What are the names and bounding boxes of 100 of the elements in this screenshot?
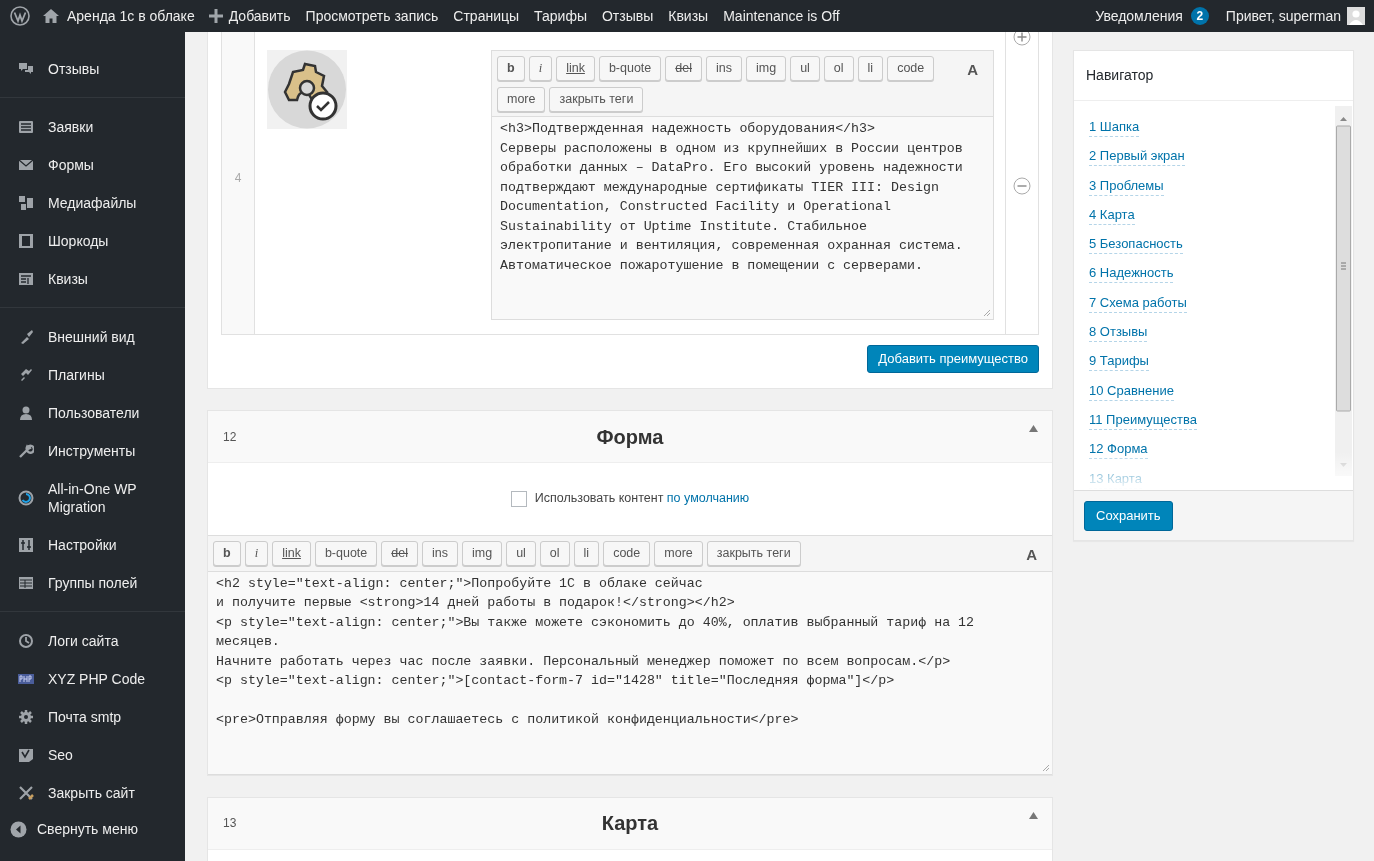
- toolbar-button[interactable]: ol: [539, 541, 570, 566]
- resize-grip-icon: [1042, 763, 1050, 772]
- sidebar-menu-item[interactable]: Внешний вид: [0, 318, 185, 356]
- toolbar-button[interactable]: ins: [422, 541, 458, 566]
- sidebar-menu-item[interactable]: Группы полей: [0, 564, 185, 602]
- toolbar-button[interactable]: img: [745, 56, 787, 81]
- toolbar-button[interactable]: ul: [790, 56, 820, 81]
- plus-icon: [208, 9, 223, 23]
- toolbar-button[interactable]: i: [528, 56, 553, 81]
- toolbar-button[interactable]: code: [603, 541, 651, 566]
- sidebar-menu-item[interactable]: Инструменты: [0, 432, 185, 470]
- toolbar-button[interactable]: i: [244, 541, 269, 566]
- section-number: 12: [223, 428, 237, 446]
- navigator-link[interactable]: 12 Форма: [1089, 439, 1148, 460]
- sidebar-menu-item[interactable]: Плагины: [0, 356, 185, 394]
- checkbox[interactable]: [510, 490, 527, 507]
- toolbar-button[interactable]: b: [497, 56, 525, 81]
- sidebar-menu-item[interactable]: Формы: [0, 146, 185, 184]
- sidebar-menu-item[interactable]: Закрыть сайт: [0, 774, 185, 812]
- film-icon: [18, 233, 34, 249]
- admin-bar-link[interactable]: Просмотреть запись: [305, 5, 439, 27]
- navigator-link[interactable]: 1 Шапка: [1089, 117, 1140, 137]
- navigator-link[interactable]: 11 Преимущества: [1089, 409, 1197, 430]
- navigator-link[interactable]: 10 Сравнение: [1089, 380, 1174, 401]
- toolbar-button[interactable]: закрыть теги: [549, 87, 644, 112]
- sidebar-menu-item[interactable]: Отзывы: [0, 50, 185, 88]
- code-text-area[interactable]: <h2 style="text-align: center;">Попробуйте 1С в облаке сейчас и получите первые <strong>14 дней работы в подарок!</strong></h2> <p style="text-align: center;">Вы также можете сэкономить до 40%, оплатив выбранный тариф на 12 месяцев. Начните работать через час после заявки. Персональный менеджер поможет по всем вопросам.</p> <p style="text-align: center;">[contact-form-7 id="1428" title="Последняя форма"]</p> <pre>Отправляя форму вы соглашаетесь с политикой конфиденциальности</pre>: [208, 571, 1052, 774]
- refresh-icon: [18, 490, 34, 506]
- admin-bar-link[interactable]: Тарифы: [534, 5, 587, 27]
- section-number: 13: [223, 815, 237, 832]
- navigator-link[interactable]: 2 Первый экран: [1089, 146, 1185, 167]
- default-link[interactable]: по умолчанию: [666, 491, 750, 506]
- code-text-area[interactable]: <h3>Подтвержденная надежность оборудования</h3> Серверы расположены в одном из крупнейших в России центров обработки данных – DataPro. Его высокий уровень надежности подтверждают международные сертификаты TIER III: Design Documentation, Constructed Facility и Operational Sustainability от Uptime Institute. Стабильное электропитание и вентиляция, современная охранная система. Автоматическое пожаротушение в помещении с серверами.: [492, 117, 993, 319]
- sliders-icon: [18, 537, 34, 553]
- toolbar-button[interactable]: b: [213, 541, 241, 566]
- font-button[interactable]: A: [1026, 544, 1037, 567]
- add-row-icon[interactable]: [1013, 32, 1031, 46]
- sidebar-menu-item[interactable]: Шоркоды: [0, 222, 185, 260]
- toolbar-button[interactable]: img: [461, 541, 503, 566]
- remove-row-icon[interactable]: [1013, 177, 1031, 195]
- user-icon: [18, 405, 34, 421]
- admin-bar-link[interactable]: Maintenance is Off: [723, 5, 840, 27]
- toolbar-button[interactable]: more: [497, 87, 546, 112]
- toolbar-button[interactable]: b-quote: [598, 56, 662, 81]
- navigator-link[interactable]: 7 Схема работы: [1089, 292, 1187, 313]
- table-icon: [18, 271, 34, 287]
- envelope-icon: [18, 157, 34, 173]
- home-icon: [42, 8, 60, 24]
- navigator-link[interactable]: 9 Тарифы: [1089, 351, 1149, 372]
- sidebar-menu-item[interactable]: Seo: [0, 736, 185, 774]
- admin-bar-link[interactable]: Отзывы: [602, 5, 654, 27]
- sidebar-menu-item[interactable]: Медиафайлы: [0, 184, 185, 222]
- navigator-link[interactable]: 8 Отзывы: [1089, 322, 1148, 343]
- toolbar-button[interactable]: link: [556, 56, 595, 81]
- notifications-link[interactable]: Уведомления 2: [1095, 5, 1209, 27]
- sidebar-menu-item[interactable]: XYZ PHP Code: [0, 660, 185, 698]
- sidebar-menu-item[interactable]: Заявки: [0, 108, 185, 146]
- grid-icon: [18, 575, 34, 591]
- toolbar-button[interactable]: ol: [823, 56, 854, 81]
- toolbar-button[interactable]: del: [665, 56, 702, 81]
- toolbar-button[interactable]: ins: [706, 56, 742, 81]
- sidebar-menu-item[interactable]: Логи сайта: [0, 622, 185, 660]
- navigator-link[interactable]: 3 Проблемы: [1089, 175, 1164, 196]
- font-button[interactable]: A: [967, 59, 978, 82]
- sidebar-menu-item[interactable]: Пользователи: [0, 394, 185, 432]
- account-link[interactable]: Привет, superman: [1225, 5, 1365, 27]
- toolbar-button[interactable]: ul: [506, 541, 536, 566]
- collapse-triangle-icon[interactable]: [1029, 425, 1038, 432]
- list-icon: [18, 119, 34, 135]
- resize-grip-icon: [983, 309, 991, 317]
- sidebar-menu-item[interactable]: Почта smtp: [0, 698, 185, 736]
- save-button[interactable]: Сохранить: [1084, 500, 1173, 531]
- media-icon: [18, 195, 34, 211]
- admin-bar-link[interactable]: Страницы: [453, 5, 520, 27]
- navigator-link[interactable]: 6 Надежность: [1089, 263, 1174, 284]
- sidebar-menu-item[interactable]: All-in-One WP Migration: [0, 470, 185, 526]
- php-badge-icon: [18, 671, 34, 687]
- toolbar-button[interactable]: b-quote: [314, 541, 378, 566]
- toolbar-button[interactable]: more: [654, 541, 703, 566]
- sidebar-menu-item[interactable]: Настройки: [0, 526, 185, 564]
- add-benefit-button[interactable]: Добавить преимущество: [867, 345, 1039, 373]
- navigator-link[interactable]: 4 Карта: [1089, 204, 1135, 225]
- toolbar-button[interactable]: code: [887, 56, 935, 81]
- add-new-link[interactable]: Добавить: [208, 5, 291, 27]
- navigator-link[interactable]: 5 Безопасность: [1089, 234, 1183, 255]
- site-link[interactable]: Аренда 1с в облаке: [42, 0, 195, 32]
- tools-icon: [18, 785, 34, 801]
- toolbar-button[interactable]: del: [381, 541, 418, 566]
- notification-count: 2: [1190, 7, 1209, 25]
- toolbar-button[interactable]: link: [272, 541, 311, 566]
- sidebar-menu-item[interactable]: Квизы: [0, 260, 185, 298]
- toolbar-button[interactable]: закрыть теги: [706, 541, 801, 566]
- avatar-icon: [1347, 7, 1365, 25]
- admin-bar-link[interactable]: Квизы: [668, 5, 709, 27]
- collapse-triangle-icon[interactable]: [1029, 811, 1038, 819]
- section-title: Форма: [596, 424, 664, 450]
- collapse-menu-button[interactable]: Свернуть меню: [0, 812, 185, 846]
- wordpress-logo-icon[interactable]: [10, 6, 30, 26]
- toolbar-button[interactable]: li: [857, 56, 884, 81]
- toolbar-button[interactable]: li: [573, 541, 600, 566]
